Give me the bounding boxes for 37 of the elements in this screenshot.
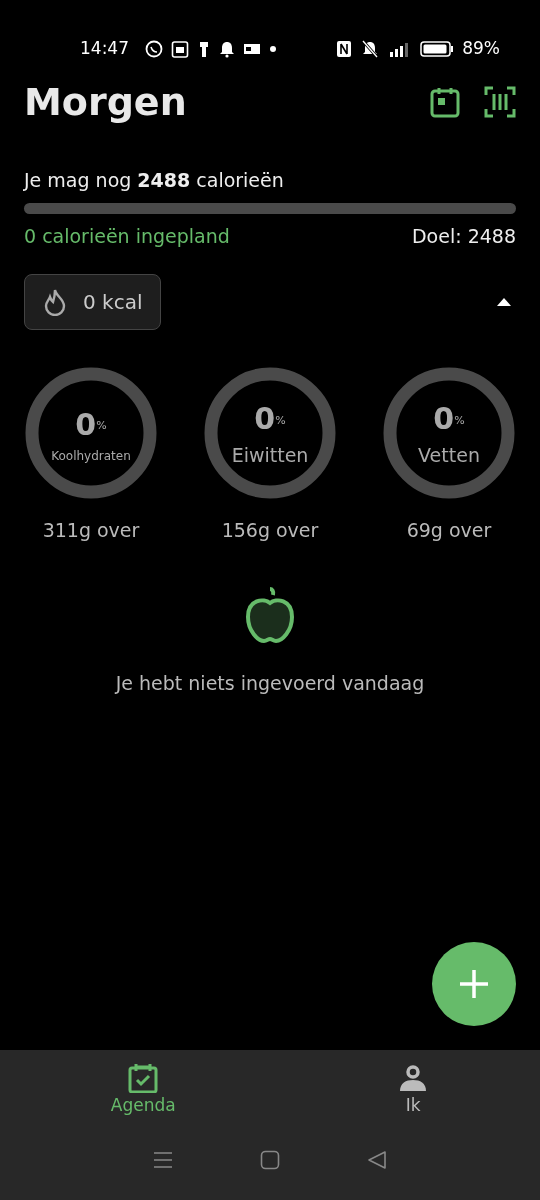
dot-icon <box>269 45 277 53</box>
empty-state-message: Je hebt niets ingevoerd vandaag <box>115 670 425 696</box>
macro-percentage: 0$^{%}$ <box>254 400 286 439</box>
macro-remaining: 311g over <box>42 518 140 543</box>
apple-icon <box>244 584 296 645</box>
chat-icon <box>145 40 163 58</box>
nav-tab[interactable]: Agenda <box>0 1062 287 1120</box>
macro-percentage: 0$^{%}$ <box>75 405 107 444</box>
page-title: Morgen <box>24 78 187 126</box>
macro-name: Koolhydraten <box>51 447 131 465</box>
battery-icon <box>420 40 455 58</box>
bell-icon <box>219 40 235 58</box>
nfc-icon <box>336 40 353 58</box>
menu-icon[interactable] <box>153 1150 174 1169</box>
calendar-icon <box>171 40 189 58</box>
macro-remaining: 69g over <box>406 518 492 543</box>
status-time: 14:47 <box>80 37 129 61</box>
macro-name: Vetten <box>418 443 480 469</box>
flame-icon <box>43 288 67 316</box>
plus-icon <box>458 968 490 1000</box>
goal-text: Doel: 2488 <box>411 223 516 249</box>
macro-remaining: 156g over <box>221 518 319 543</box>
burned-calories-button[interactable]: 0 kcal <box>24 274 162 330</box>
calendar-icon[interactable] <box>430 86 460 118</box>
macro-name: Eiwitten <box>231 443 309 469</box>
planned-calories-text: 0 calorieën ingepland <box>24 223 230 249</box>
macro-percentage: 0$^{%}$ <box>433 400 465 439</box>
barcode-scan-icon[interactable] <box>484 86 516 118</box>
tool-icon <box>197 40 211 58</box>
back-icon[interactable] <box>366 1149 387 1170</box>
calendar-check-icon <box>127 1063 160 1093</box>
battery-percentage: 89% <box>462 37 500 61</box>
nav-tab[interactable]: Ik <box>286 1062 540 1120</box>
remaining-calories-text: Je mag nog 2488 calorieën <box>24 168 285 193</box>
muted-bell-icon <box>360 40 381 58</box>
collapse-caret-icon[interactable] <box>496 297 512 307</box>
home-icon[interactable] <box>260 1149 280 1170</box>
